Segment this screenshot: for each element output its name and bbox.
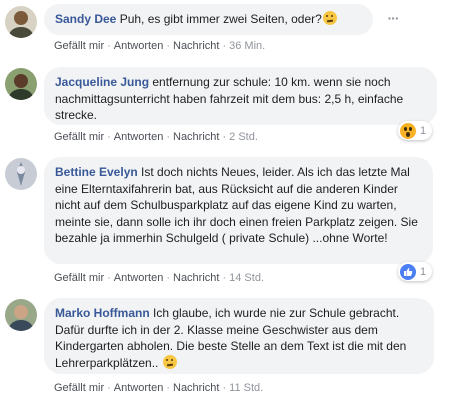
reaction-count[interactable]: 1 [398,262,433,281]
avatar[interactable] [5,68,37,100]
comment-actions: Gefällt mir · Antworten · Nachricht · 14 Std. [54,272,264,284]
smiling-face-emoji [162,354,177,369]
timestamp[interactable]: 2 Std. [229,131,258,143]
like-link[interactable]: Gefällt mir [54,131,104,143]
wow-reaction-icon [400,122,416,139]
comment-bubble: Jacqueline Jung entfernung zur schule: 1… [44,67,437,125]
comment-author[interactable]: Sandy Dee [55,12,116,26]
message-link[interactable]: Nachricht [173,272,219,284]
more-options-icon[interactable]: ··· [384,9,402,27]
comment-bubble: Bettine Evelyn Ist doch nichts Neues, le… [44,157,433,264]
comment-actions: Gefällt mir · Antworten · Nachricht · 2 Std. [54,131,258,143]
timestamp[interactable]: 36 Min. [229,40,265,52]
like-link[interactable]: Gefällt mir [54,40,104,52]
comment-bubble: Marko Hoffmann Ich glaube, ich wurde nie… [44,298,434,374]
comment-author[interactable]: Bettine Evelyn [55,165,138,179]
comment-bubble: Sandy Dee Puh, es gibt immer zwei Seiten… [44,4,373,35]
like-link[interactable]: Gefällt mir [54,382,104,394]
avatar[interactable] [5,299,37,331]
timestamp[interactable]: 11 Std. [229,382,263,394]
like-reaction-icon [400,263,416,280]
message-link[interactable]: Nachricht [173,40,219,52]
avatar[interactable] [5,6,37,38]
comment-text: Puh, es gibt immer zwei Seiten, oder? [119,12,322,26]
reply-link[interactable]: Antworten [114,131,164,143]
comment-actions: Gefällt mir · Antworten · Nachricht · 11 Std. [54,382,264,394]
reply-link[interactable]: Antworten [114,382,164,394]
avatar[interactable] [5,158,37,190]
timestamp[interactable]: 14 Std. [229,272,264,284]
reaction-number: 1 [420,124,427,137]
comment-author[interactable]: Marko Hoffmann [55,306,150,320]
reply-link[interactable]: Antworten [114,272,164,284]
message-link[interactable]: Nachricht [173,131,219,143]
thinking-face-emoji [322,11,337,25]
comment-author[interactable]: Jacqueline Jung [55,75,149,89]
reaction-count[interactable]: 1 [398,121,433,140]
like-link[interactable]: Gefällt mir [54,272,104,284]
comment-actions: Gefällt mir · Antworten · Nachricht · 36 Min. [54,40,266,52]
reaction-number: 1 [420,265,427,278]
reply-link[interactable]: Antworten [114,40,164,52]
message-link[interactable]: Nachricht [173,382,219,394]
